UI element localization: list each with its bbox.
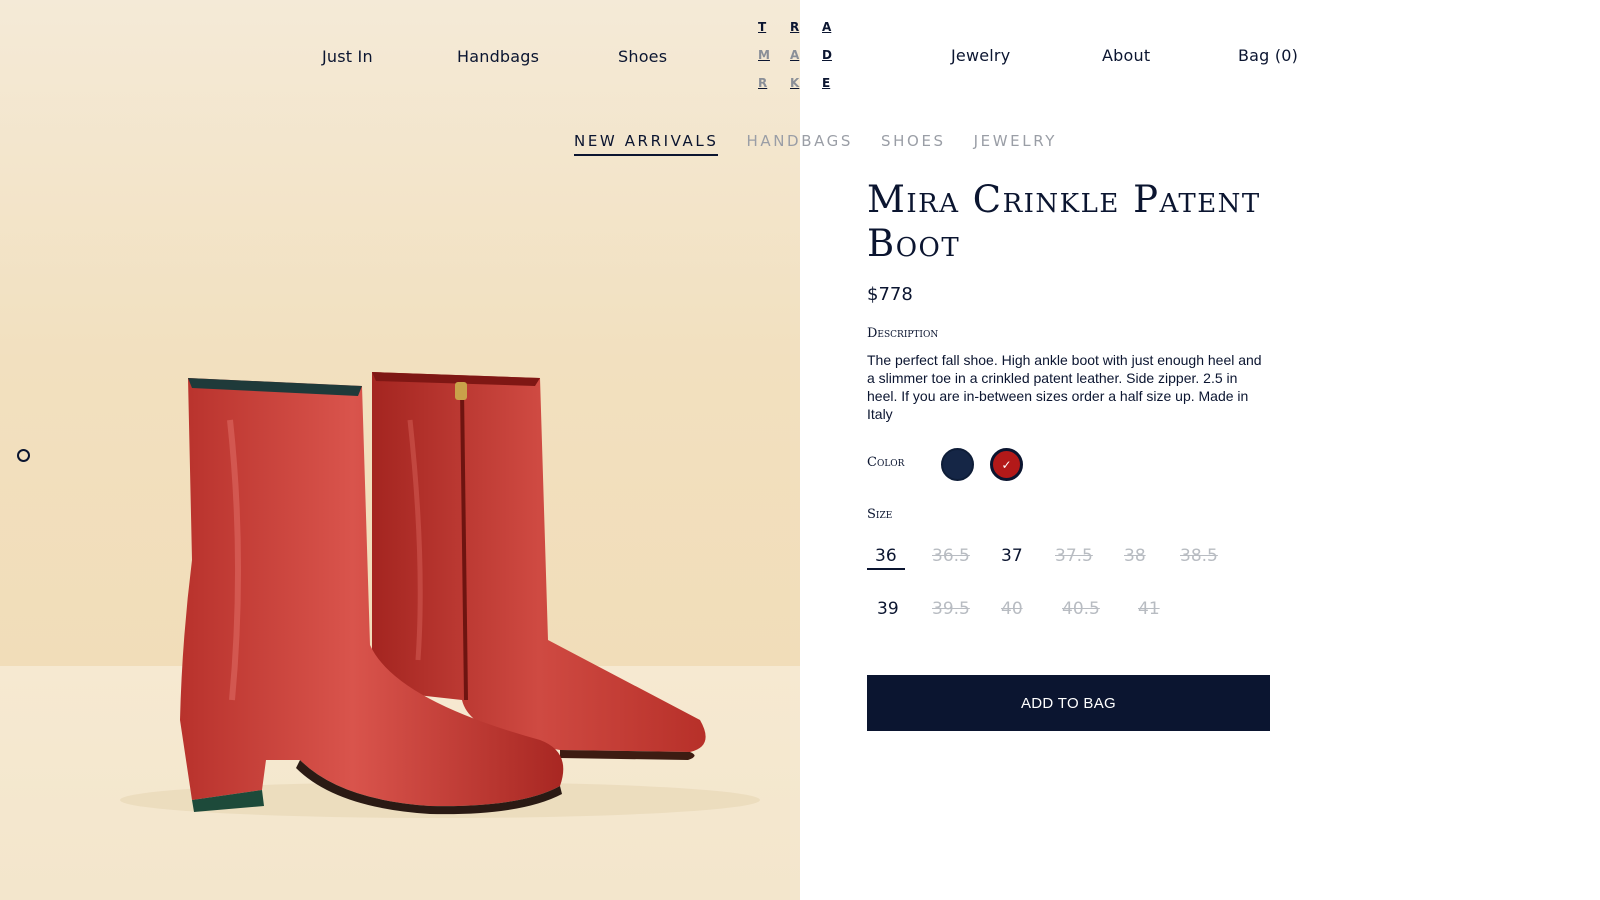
nav-just-in[interactable]: Just In: [322, 47, 373, 66]
size-option-40[interactable]: 40: [1001, 599, 1023, 619]
size-label: Size: [867, 507, 893, 522]
logo-letter: R: [758, 76, 768, 90]
color-swatch-red[interactable]: ✓: [990, 448, 1023, 481]
logo-letter: A: [790, 48, 800, 62]
size-option-38-5[interactable]: 38.5: [1180, 546, 1218, 566]
nav-handbags[interactable]: Handbags: [457, 47, 539, 66]
product-title: Mira Crinkle Patent Boot: [867, 178, 1261, 265]
description-label: Description: [867, 326, 939, 341]
product-price: $778: [867, 284, 913, 305]
size-option-41[interactable]: 41: [1138, 599, 1160, 619]
size-option-36-5[interactable]: 36.5: [932, 546, 970, 566]
nav-shoes[interactable]: Shoes: [618, 47, 667, 66]
color-swatch-navy[interactable]: [941, 448, 974, 481]
logo-letter: T: [758, 20, 767, 34]
slide-indicator-dot[interactable]: [17, 449, 30, 462]
size-option-39[interactable]: 39: [877, 599, 899, 619]
logo-letter: K: [790, 76, 800, 90]
logo-letter: R: [790, 20, 800, 34]
logo-letter: D: [822, 48, 832, 62]
product-description: The perfect fall shoe. High ankle boot w…: [867, 352, 1262, 422]
size-option-37-5[interactable]: 37.5: [1055, 546, 1093, 566]
size-option-37[interactable]: 37: [1001, 546, 1023, 566]
logo-letter: E: [822, 76, 831, 90]
nav-bag[interactable]: Bag (0): [1238, 46, 1298, 65]
brand-logo[interactable]: T R A M A D R K E: [758, 19, 858, 91]
size-option-38[interactable]: 38: [1124, 546, 1146, 566]
logo-letter: M: [758, 48, 770, 62]
size-option-40-5[interactable]: 40.5: [1062, 599, 1100, 619]
checkmark-icon: ✓: [1001, 457, 1012, 472]
tab-jewelry[interactable]: JEWELRY: [974, 132, 1057, 156]
add-to-bag-button[interactable]: ADD TO BAG: [867, 675, 1270, 731]
tab-new-arrivals[interactable]: NEW ARRIVALS: [574, 132, 719, 156]
logo-letter: A: [822, 20, 832, 34]
nav-about[interactable]: About: [1102, 46, 1150, 65]
tab-handbags[interactable]: HANDBAGS: [746, 132, 853, 156]
size-option-36[interactable]: 36: [867, 546, 905, 570]
category-tabs: NEW ARRIVALS HANDBAGS SHOES JEWELRY: [574, 132, 1057, 156]
tab-shoes[interactable]: SHOES: [881, 132, 946, 156]
nav-jewelry[interactable]: Jewelry: [951, 46, 1010, 65]
color-label: Color: [867, 455, 905, 470]
size-option-39-5[interactable]: 39.5: [932, 599, 970, 619]
